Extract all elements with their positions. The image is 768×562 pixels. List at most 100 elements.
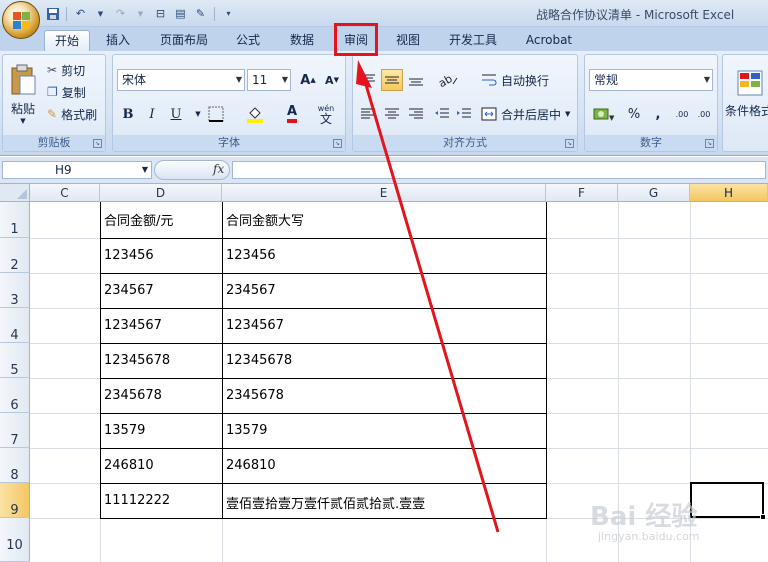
cell-d8[interactable]: 246810 (104, 458, 154, 473)
cell-e5[interactable]: 12345678 (226, 353, 292, 368)
cell-d1[interactable]: 合同金额/元 (104, 210, 173, 229)
cell-d4[interactable]: 1234567 (104, 318, 162, 333)
tab-acrobat[interactable]: Acrobat (520, 30, 578, 51)
save-icon[interactable] (44, 5, 61, 22)
row-header-6[interactable]: 6 (0, 378, 30, 413)
tree-icon[interactable]: ⊟ (152, 5, 169, 22)
dropdown-icon[interactable]: ▼ (92, 5, 109, 22)
comma-button[interactable]: , (647, 103, 669, 125)
row-header-2[interactable]: 2 (0, 238, 30, 273)
formula-input[interactable] (232, 161, 766, 179)
office-button[interactable] (2, 1, 40, 39)
column-header-g[interactable]: G (618, 184, 690, 202)
font-size-value: 11 (252, 73, 268, 87)
tab-formulas[interactable]: 公式 (228, 30, 268, 51)
row-header-5[interactable]: 5 (0, 343, 30, 378)
cell-d5[interactable]: 12345678 (104, 353, 170, 368)
tab-developer[interactable]: 开发工具 (444, 30, 502, 51)
shrink-font-button[interactable]: A ▼ (321, 69, 343, 91)
customize-qat-icon[interactable]: ▾ (220, 5, 237, 22)
undo-icon[interactable]: ↶ (72, 5, 89, 22)
insert-function-icon[interactable]: fx (213, 162, 224, 176)
tab-view[interactable]: 视图 (388, 30, 428, 51)
cell-d9[interactable]: 11112222 (104, 493, 170, 508)
column-header-e[interactable]: E (222, 184, 546, 202)
row-header-9[interactable]: 9 (0, 483, 30, 518)
border-button[interactable] (201, 103, 231, 125)
cell-e9[interactable]: 壹佰壹拾壹万壹仟贰佰贰拾贰.壹壹 (226, 493, 425, 512)
tab-page-layout[interactable]: 页面布局 (152, 30, 216, 51)
number-group: 常规 ▼ ▼ % , .00 .00 数字 ↘ (584, 54, 718, 152)
font-color-button[interactable]: A (275, 103, 309, 125)
increase-indent-icon[interactable] (453, 103, 475, 125)
column-header-d[interactable]: D (100, 184, 222, 202)
redo-icon[interactable]: ↷ (112, 5, 129, 22)
merge-center-button[interactable]: 合并后居中 ▼ (481, 103, 570, 125)
column-header-f[interactable]: F (546, 184, 618, 202)
font-size-select[interactable]: 11 ▼ (247, 69, 291, 91)
currency-icon[interactable]: ▼ (589, 103, 619, 125)
dropdown-icon[interactable]: ▼ (132, 5, 149, 22)
tab-data[interactable]: 数据 (282, 30, 322, 51)
dialog-launcher-icon[interactable]: ↘ (565, 139, 574, 148)
cell-e2[interactable]: 123456 (226, 248, 276, 263)
cell-e3[interactable]: 234567 (226, 283, 276, 298)
grow-font-button[interactable]: A ▲ (297, 69, 319, 91)
shrink-font-icon: A (325, 73, 334, 87)
select-all-button[interactable] (0, 184, 30, 202)
align-center-icon[interactable] (381, 103, 403, 125)
print-preview-icon[interactable]: ▤ (172, 5, 189, 22)
row-header-1[interactable]: 1 (0, 202, 30, 238)
row-header-8[interactable]: 8 (0, 448, 30, 483)
cell-e7[interactable]: 13579 (226, 423, 267, 438)
paste-button[interactable]: 粘贴 ▼ (5, 59, 41, 129)
pdf-icon[interactable]: ✎ (192, 5, 209, 22)
row-header-4[interactable]: 4 (0, 308, 30, 343)
cell-d6[interactable]: 2345678 (104, 388, 162, 403)
active-cell-h9[interactable] (690, 482, 764, 518)
cell-d7[interactable]: 13579 (104, 423, 145, 438)
cell-d2[interactable]: 123456 (104, 248, 154, 263)
cell-e1[interactable]: 合同金额大写 (226, 210, 304, 229)
tab-home[interactable]: 开始 (44, 30, 90, 51)
row-header-10[interactable]: 10 (0, 518, 30, 562)
column-header-h[interactable]: H (690, 184, 768, 202)
orientation-icon[interactable]: ab (433, 69, 463, 91)
cell-e6[interactable]: 2345678 (226, 388, 284, 403)
dialog-launcher-icon[interactable]: ↘ (705, 139, 714, 148)
row-header-7[interactable]: 7 (0, 413, 30, 448)
decrease-decimal-button[interactable]: .00 (693, 103, 715, 125)
office-logo-icon (13, 12, 30, 29)
cell-e8[interactable]: 246810 (226, 458, 276, 473)
column-header-c[interactable]: C (30, 184, 100, 202)
bold-button[interactable]: B (117, 103, 139, 125)
increase-decimal-button[interactable]: .00 (671, 103, 693, 125)
align-left-icon[interactable] (357, 103, 379, 125)
phonetic-button[interactable]: wén 文 (311, 103, 341, 125)
name-box[interactable]: H9 ▼ (2, 161, 152, 179)
font-name-select[interactable]: 宋体 ▼ (117, 69, 245, 91)
number-format-select[interactable]: 常规 ▼ (589, 69, 713, 91)
cell-e4[interactable]: 1234567 (226, 318, 284, 333)
fill-handle[interactable] (760, 514, 766, 520)
formula-bar: H9 ▼ fx (0, 157, 768, 184)
align-bottom-icon[interactable] (405, 69, 427, 91)
dialog-launcher-icon[interactable]: ↘ (93, 139, 102, 148)
fill-color-button[interactable] (239, 103, 273, 125)
row-header-3[interactable]: 3 (0, 273, 30, 308)
decrease-indent-icon[interactable] (431, 103, 453, 125)
percent-button[interactable]: % (623, 103, 645, 125)
align-top-icon[interactable] (357, 69, 379, 91)
wrap-text-button[interactable]: 自动换行 (481, 69, 549, 91)
underline-button[interactable]: U (165, 103, 187, 125)
cut-button[interactable]: ✂ 剪切 (47, 61, 85, 79)
conditional-formatting-button[interactable]: 条件格式 (725, 61, 768, 127)
italic-button[interactable]: I (141, 103, 163, 125)
align-right-icon[interactable] (405, 103, 427, 125)
align-middle-icon[interactable] (381, 69, 403, 91)
copy-button[interactable]: ❐ 复制 (47, 83, 86, 101)
cell-d3[interactable]: 234567 (104, 283, 154, 298)
format-painter-button[interactable]: ✎ 格式刷 (47, 105, 97, 123)
dialog-launcher-icon[interactable]: ↘ (333, 139, 342, 148)
tab-insert[interactable]: 插入 (98, 30, 138, 51)
